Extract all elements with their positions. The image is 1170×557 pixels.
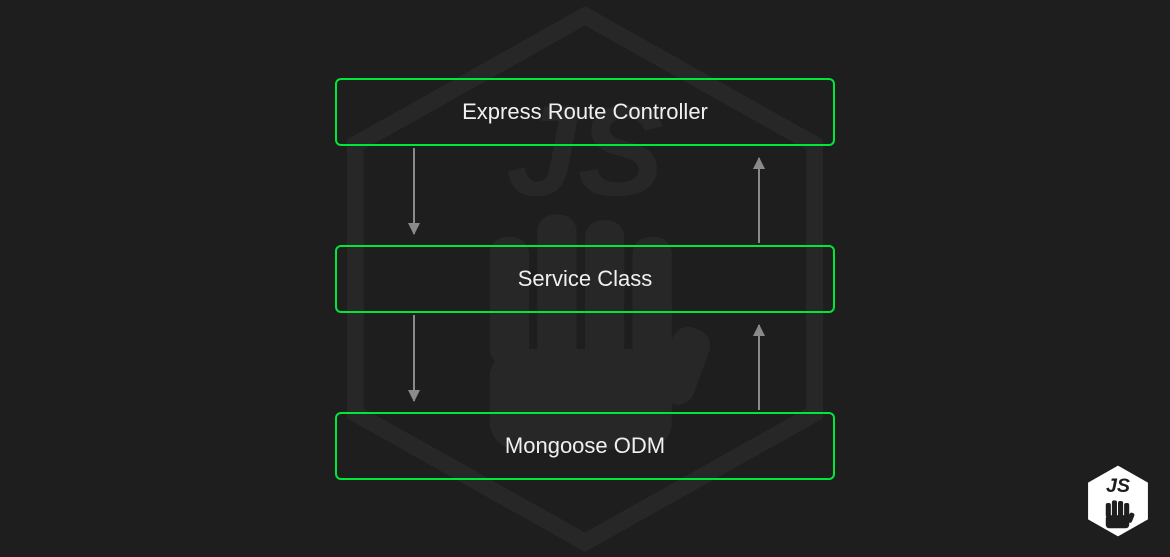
box-label: Express Route Controller xyxy=(462,99,708,125)
box-express-route-controller: Express Route Controller xyxy=(335,78,835,146)
architecture-diagram: Express Route Controller Service Class M… xyxy=(0,0,1170,557)
arrow-up-icon xyxy=(758,158,760,243)
arrow-down-icon xyxy=(413,315,415,401)
arrow-up-icon xyxy=(758,325,760,410)
box-mongoose-odm: Mongoose ODM xyxy=(335,412,835,480)
svg-text:JS: JS xyxy=(1106,475,1130,497)
box-service-class: Service Class xyxy=(335,245,835,313)
box-label: Service Class xyxy=(518,266,652,292)
box-label: Mongoose ODM xyxy=(505,433,665,459)
arrow-down-icon xyxy=(413,148,415,234)
js-fist-logo-icon: JS xyxy=(1084,463,1152,539)
